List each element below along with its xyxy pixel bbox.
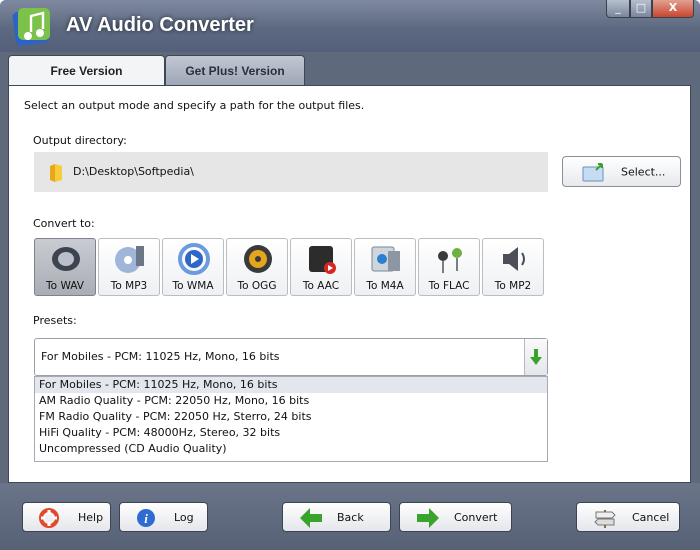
cancel-button[interactable]: Cancel xyxy=(576,502,680,532)
format-label: To FLAC xyxy=(428,280,470,292)
format-button-mp3[interactable]: To MP3 xyxy=(98,238,160,296)
format-button-aac[interactable]: To AAC xyxy=(290,238,352,296)
tab-get-plus-version[interactable]: Get Plus! Version xyxy=(165,55,305,85)
log-button[interactable]: i Log xyxy=(119,502,208,532)
presets-selected-value: For Mobiles - PCM: 11025 Hz, Mono, 16 bi… xyxy=(41,350,280,363)
speaker-icon xyxy=(52,247,80,271)
loudspeaker-icon xyxy=(503,247,525,271)
format-button-ogg[interactable]: To OGG xyxy=(226,238,288,296)
signpost-icon xyxy=(594,510,616,528)
select-directory-button[interactable]: Select... xyxy=(562,156,681,187)
select-button-label: Select... xyxy=(621,165,666,178)
back-button[interactable]: Back xyxy=(282,502,391,532)
format-label: To MP2 xyxy=(494,280,532,292)
preset-option[interactable]: HiFi Quality - PCM: 48000Hz, Stereo, 32 … xyxy=(35,425,547,441)
footer-bar: Help i Log Back Convert Cancel xyxy=(0,483,700,550)
format-label: To OGG xyxy=(237,280,277,292)
format-button-m4a[interactable]: To M4A xyxy=(354,238,416,296)
preset-option[interactable]: For Mobiles - PCM: 11025 Hz, Mono, 16 bi… xyxy=(35,377,547,393)
preset-option[interactable]: AM Radio Quality - PCM: 22050 Hz, Mono, … xyxy=(35,393,547,409)
folder-open-icon xyxy=(582,163,604,182)
convert-button[interactable]: Convert xyxy=(399,502,512,532)
convert-to-label: Convert to: xyxy=(33,217,95,230)
close-button[interactable]: X xyxy=(652,0,694,18)
app-logo-icon xyxy=(12,8,50,46)
convert-button-label: Convert xyxy=(454,511,498,524)
format-label: To M4A xyxy=(366,280,404,292)
earphones-icon xyxy=(438,248,462,273)
help-button-label: Help xyxy=(78,511,104,524)
arrow-down-icon xyxy=(530,349,542,365)
format-toolbar: To WAV To MP3 To WMA To OGG To AAC To M4… xyxy=(34,238,546,296)
title-bar: AV Audio Converter _ □ X xyxy=(0,0,700,52)
main-panel: Select an output mode and specify a path… xyxy=(8,85,691,483)
ogg-speaker-icon xyxy=(244,245,272,273)
format-label: To AAC xyxy=(302,280,340,292)
app-window: AV Audio Converter _ □ X Get Plus! Versi… xyxy=(0,0,700,550)
format-button-wav[interactable]: To WAV xyxy=(34,238,96,296)
cancel-button-label: Cancel xyxy=(632,511,670,524)
aac-device-icon xyxy=(309,246,336,274)
arrow-left-icon xyxy=(300,508,322,528)
format-button-mp2[interactable]: To MP2 xyxy=(482,238,544,296)
format-label: To MP3 xyxy=(110,280,148,292)
log-button-label: Log xyxy=(174,511,194,524)
presets-label: Presets: xyxy=(33,314,77,327)
svg-text:i: i xyxy=(144,511,148,526)
format-label: To WMA xyxy=(172,280,214,292)
tab-free-version[interactable]: Free Version xyxy=(8,55,165,86)
format-button-flac[interactable]: To FLAC xyxy=(418,238,480,296)
dropdown-arrow-button[interactable] xyxy=(524,339,547,375)
window-controls: _ □ X xyxy=(606,0,694,18)
info-icon: i xyxy=(137,509,155,527)
presets-dropdown-list: For Mobiles - PCM: 11025 Hz, Mono, 16 bi… xyxy=(34,376,548,462)
folder-icon xyxy=(50,164,62,182)
format-button-wma[interactable]: To WMA xyxy=(162,238,224,296)
lifebuoy-icon xyxy=(39,508,59,528)
preset-option[interactable]: FM Radio Quality - PCM: 22050 Hz, Sterro… xyxy=(35,409,547,425)
output-directory-field[interactable]: D:\Desktop\Softpedia\ xyxy=(34,152,548,192)
minimize-button[interactable]: _ xyxy=(606,0,630,18)
wma-play-icon xyxy=(178,243,210,275)
help-button[interactable]: Help xyxy=(22,502,111,532)
cd-disc-icon xyxy=(115,246,144,273)
instruction-text: Select an output mode and specify a path… xyxy=(24,99,365,112)
preset-option[interactable]: Uncompressed (CD Audio Quality) xyxy=(35,441,547,457)
window-title: AV Audio Converter xyxy=(66,14,254,36)
maximize-button[interactable]: □ xyxy=(630,0,652,18)
arrow-right-icon xyxy=(417,508,439,528)
output-directory-path: D:\Desktop\Softpedia\ xyxy=(73,165,194,178)
output-directory-label: Output directory: xyxy=(33,134,127,147)
m4a-film-icon xyxy=(371,246,400,272)
back-button-label: Back xyxy=(337,511,364,524)
format-label: To WAV xyxy=(46,280,84,292)
presets-select[interactable]: For Mobiles - PCM: 11025 Hz, Mono, 16 bi… xyxy=(34,338,548,376)
